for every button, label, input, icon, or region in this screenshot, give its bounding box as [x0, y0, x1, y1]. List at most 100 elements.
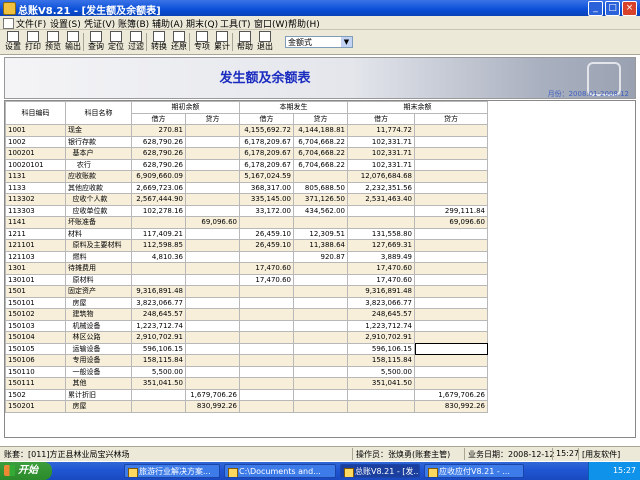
- cell-opening-credit[interactable]: [185, 331, 240, 344]
- cell-opening-credit[interactable]: [185, 181, 240, 194]
- cell-period-credit[interactable]: [293, 319, 348, 332]
- cell-closing-credit[interactable]: [414, 239, 488, 252]
- cell-period-debit[interactable]: 33,172.00: [239, 204, 294, 217]
- cell-code[interactable]: 150104: [5, 331, 66, 344]
- task-general-ledger[interactable]: 总账V8.21 - [发...: [340, 464, 420, 478]
- cell-period-credit[interactable]: 6,704,668.22: [293, 135, 348, 148]
- cell-opening-debit[interactable]: 158,115.84: [131, 354, 186, 367]
- cell-opening-debit[interactable]: 5,500.00: [131, 365, 186, 378]
- cell-name[interactable]: 应收单位款: [65, 204, 132, 217]
- cell-name[interactable]: 燃料: [65, 250, 132, 263]
- cell-period-credit[interactable]: 434,562.00: [293, 204, 348, 217]
- cell-period-debit[interactable]: 6,178,209.67: [239, 158, 294, 171]
- cell-period-credit[interactable]: [293, 388, 348, 401]
- table-row[interactable]: 1131 应收账款 6,909,660.09 5,167,024.59 12,076,6…: [5, 170, 488, 183]
- cell-period-credit[interactable]: [293, 342, 348, 355]
- cell-opening-debit[interactable]: 6,909,660.09: [131, 170, 186, 183]
- table-row[interactable]: 10020101 农行 628,790.26 6,178,209.67 6,704,6…: [5, 158, 488, 171]
- cell-period-credit[interactable]: 805,688.50: [293, 181, 348, 194]
- cell-code[interactable]: 10020101: [5, 158, 66, 171]
- start-button[interactable]: 开始: [0, 462, 52, 480]
- cell-opening-credit[interactable]: [185, 273, 240, 286]
- maximize-icon[interactable]: □: [605, 1, 620, 16]
- table-row[interactable]: 113303 应收单位款 102,278.16 33,172.00 434,562.0…: [5, 204, 488, 217]
- cell-opening-credit[interactable]: 830,992.26: [185, 400, 240, 413]
- filter-button[interactable]: 过滤: [126, 31, 146, 53]
- cell-period-debit[interactable]: 26,459.10: [239, 239, 294, 252]
- cell-opening-credit[interactable]: [185, 124, 240, 137]
- header-opening-credit[interactable]: 贷方: [185, 112, 240, 125]
- header-opening[interactable]: 期初余额: [131, 101, 240, 114]
- cell-closing-debit[interactable]: 3,823,066.77: [347, 296, 415, 309]
- cell-closing-debit[interactable]: 3,889.49: [347, 250, 415, 263]
- cell-opening-debit[interactable]: 2,567,444.90: [131, 193, 186, 206]
- cell-opening-credit[interactable]: 1,679,706.26: [185, 388, 240, 401]
- cell-period-credit[interactable]: 11,388.64: [293, 239, 348, 252]
- cell-name[interactable]: 其他: [65, 377, 132, 390]
- cell-closing-credit[interactable]: [414, 331, 488, 344]
- table-row[interactable]: 1211 材料 117,409.21 26,459.10 12,309.51 131,55…: [5, 227, 488, 240]
- cell-period-debit[interactable]: [239, 354, 294, 367]
- cell-code[interactable]: 130101: [5, 273, 66, 286]
- table-row[interactable]: 1301 待摊费用 17,470.60 17,470.60: [5, 262, 488, 275]
- cell-period-credit[interactable]: [293, 354, 348, 367]
- table-row[interactable]: 1002 银行存款 628,790.26 6,178,209.67 6,704,668.…: [5, 135, 488, 148]
- export-button[interactable]: 输出: [63, 31, 83, 53]
- cell-closing-debit[interactable]: 2,531,463.40: [347, 193, 415, 206]
- header-closing-debit[interactable]: 借方: [347, 112, 415, 125]
- table-row[interactable]: 121103 燃料 4,810.36 920.87 3,889.49: [5, 250, 488, 263]
- cell-name[interactable]: 应收账款: [65, 170, 132, 183]
- cell-period-debit[interactable]: [239, 319, 294, 332]
- table-row[interactable]: 1001 现金 270.81 4,155,692.72 4,144,188.81 11,7…: [5, 124, 488, 137]
- table-row[interactable]: 1141 坏账准备 69,096.60 69,096.60: [5, 216, 488, 229]
- format-select[interactable]: 金额式 ▼: [285, 36, 353, 48]
- cell-closing-credit[interactable]: [414, 124, 488, 137]
- cell-code[interactable]: 1141: [5, 216, 66, 229]
- table-row[interactable]: 1501 固定资产 9,316,891.48 9,316,891.48: [5, 285, 488, 298]
- header-closing[interactable]: 期末余额: [347, 101, 488, 114]
- cell-name[interactable]: 农行: [65, 158, 132, 171]
- cell-period-credit[interactable]: [293, 365, 348, 378]
- cell-closing-debit[interactable]: [347, 388, 415, 401]
- cell-opening-debit[interactable]: 3,823,066.77: [131, 296, 186, 309]
- cell-opening-credit[interactable]: [185, 135, 240, 148]
- cell-opening-debit[interactable]: 270.81: [131, 124, 186, 137]
- cell-name[interactable]: 专用设备: [65, 354, 132, 367]
- cell-code[interactable]: 1501: [5, 285, 66, 298]
- cell-period-credit[interactable]: [293, 296, 348, 309]
- table-row[interactable]: 1502 累计折旧 1,679,706.26 1,679,706.26: [5, 388, 488, 401]
- close-icon[interactable]: ×: [622, 1, 637, 16]
- cell-opening-credit[interactable]: [185, 227, 240, 240]
- cell-period-debit[interactable]: 5,167,024.59: [239, 170, 294, 183]
- header-period-debit[interactable]: 借方: [239, 112, 294, 125]
- cell-period-credit[interactable]: [293, 308, 348, 321]
- cell-name[interactable]: 原材料: [65, 273, 132, 286]
- cell-code[interactable]: 1502: [5, 388, 66, 401]
- cell-name[interactable]: 待摊费用: [65, 262, 132, 275]
- cell-closing-debit[interactable]: 596,106.15: [347, 342, 415, 355]
- cell-closing-credit[interactable]: [414, 193, 488, 206]
- cell-closing-credit[interactable]: [414, 227, 488, 240]
- cell-code[interactable]: 150106: [5, 354, 66, 367]
- minimize-icon[interactable]: _: [588, 1, 603, 16]
- cell-closing-credit[interactable]: [414, 296, 488, 309]
- cell-opening-credit[interactable]: [185, 377, 240, 390]
- cell-opening-debit[interactable]: 2,669,723.06: [131, 181, 186, 194]
- cell-code[interactable]: 150110: [5, 365, 66, 378]
- cumulative-button[interactable]: 累计: [212, 31, 232, 53]
- cell-closing-credit[interactable]: [414, 319, 488, 332]
- cell-period-debit[interactable]: [239, 331, 294, 344]
- cell-opening-debit[interactable]: 351,041.50: [131, 377, 186, 390]
- cell-period-credit[interactable]: [293, 273, 348, 286]
- cell-period-debit[interactable]: 4,155,692.72: [239, 124, 294, 137]
- cell-closing-debit[interactable]: 351,041.50: [347, 377, 415, 390]
- cell-name[interactable]: 坏账准备: [65, 216, 132, 229]
- cell-period-debit[interactable]: [239, 216, 294, 229]
- cell-name[interactable]: 累计折旧: [65, 388, 132, 401]
- header-name[interactable]: 科目名称: [65, 101, 132, 125]
- cell-code[interactable]: 150201: [5, 400, 66, 413]
- cell-opening-credit[interactable]: [185, 354, 240, 367]
- cell-period-debit[interactable]: [239, 285, 294, 298]
- cell-period-credit[interactable]: 12,309.51: [293, 227, 348, 240]
- cell-period-credit[interactable]: [293, 331, 348, 344]
